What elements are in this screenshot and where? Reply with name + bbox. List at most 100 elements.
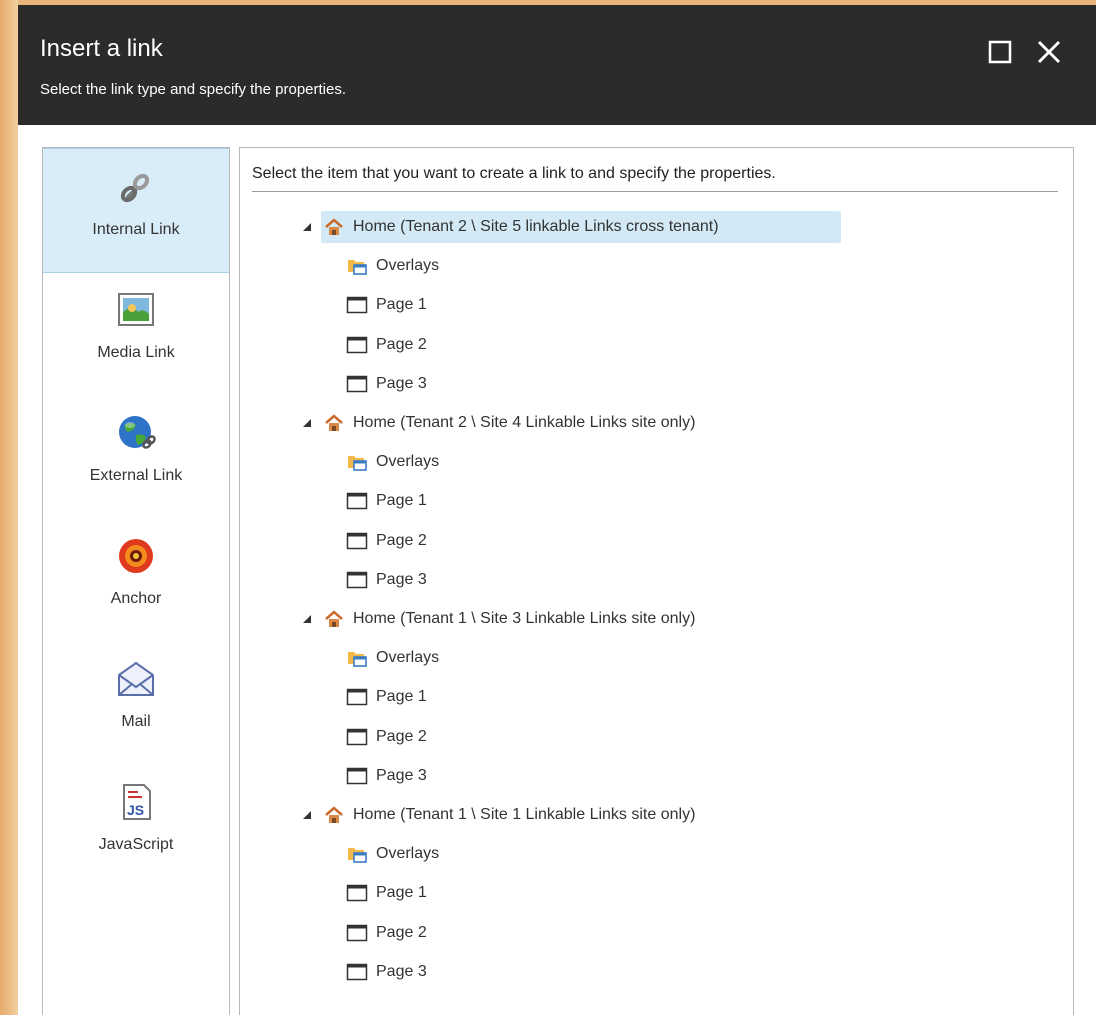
tree-node-overlays[interactable]: Overlays [346, 446, 439, 478]
tree-node-home[interactable]: Home (Tenant 2 \ Site 5 linkable Links c… [299, 211, 841, 243]
tree-node-page[interactable]: Page 3 [346, 368, 427, 400]
home-icon-wrap [323, 608, 345, 630]
tree-node-overlays[interactable]: Overlays [346, 250, 439, 282]
tree-node-overlays[interactable]: Overlays [346, 642, 439, 674]
collapse-triangle-icon[interactable] [302, 810, 312, 820]
tree-node-home[interactable]: Home (Tenant 1 \ Site 1 Linkable Links s… [299, 799, 695, 831]
node-icon-wrap [346, 255, 368, 277]
home-icon [325, 414, 343, 431]
tree-node-home[interactable]: Home (Tenant 2 \ Site 4 Linkable Links s… [299, 407, 695, 439]
tree-node-page[interactable]: Page 3 [346, 760, 427, 792]
link-type-internal-link[interactable]: Internal Link [43, 148, 229, 273]
link-type-anchor[interactable]: Anchor [43, 518, 229, 641]
link-type-media-link[interactable]: Media Link [43, 272, 229, 395]
page-icon [346, 375, 368, 393]
tree-node-page[interactable]: Page 1 [346, 681, 427, 713]
node-icon-wrap [346, 373, 368, 395]
tree-node-page[interactable]: Page 1 [346, 877, 427, 909]
link-type-external-link[interactable]: External Link [43, 395, 229, 518]
page-icon [346, 297, 368, 314]
page-icon [346, 532, 368, 549]
tree-node-label: Home (Tenant 1 \ Site 1 Linkable Links s… [353, 806, 696, 823]
tree-node-home[interactable]: Home (Tenant 1 \ Site 3 Linkable Links s… [299, 603, 695, 635]
dialog-title: Insert a link [40, 35, 163, 62]
tree-node-page[interactable]: Page 1 [346, 485, 427, 517]
collapse-triangle-icon[interactable] [302, 222, 312, 232]
link-properties-panel: Select the item that you want to create … [239, 147, 1074, 1015]
link-type-javascript[interactable]: JS JavaScript [43, 764, 229, 887]
tree-node-label: Page 2 [376, 923, 427, 941]
tree-expander[interactable] [299, 807, 315, 823]
tree-node-page[interactable]: Page 1 [346, 289, 427, 321]
insert-link-dialog: Insert a link Select the link type and s… [18, 5, 1096, 1015]
node-icon-wrap [346, 530, 368, 552]
close-icon [1038, 41, 1060, 63]
node-icon-wrap [346, 334, 368, 356]
home-icon-wrap [323, 412, 345, 434]
tree-node-label: Overlays [376, 257, 440, 275]
background [0, 0, 18, 1015]
collapse-triangle-icon[interactable] [302, 418, 312, 428]
tree-node-label: Page 3 [376, 766, 427, 784]
link-type-sidebar: Internal Link Media Link External Link A… [42, 147, 230, 1015]
link-type-label: Mail [121, 713, 151, 730]
page-icon [346, 493, 368, 510]
node-icon-wrap [346, 490, 368, 512]
tree-expander[interactable] [299, 415, 315, 431]
page-icon [346, 963, 368, 981]
page-icon [346, 571, 368, 589]
home-icon [325, 218, 343, 235]
tree-node-overlays[interactable]: Overlays [346, 838, 439, 870]
collapse-triangle-icon[interactable] [302, 614, 312, 624]
svg-text:JS: JS [127, 802, 144, 818]
page-icon [346, 728, 368, 745]
tree-node-page[interactable]: Page 2 [346, 329, 427, 361]
link-type-label: Media Link [97, 344, 175, 361]
home-icon [325, 806, 343, 823]
instructions-text: Select the item that you want to create … [252, 165, 1058, 192]
tree-node-label: Overlays [376, 453, 440, 471]
node-icon-wrap [346, 451, 368, 473]
tree-node-label: Page 3 [376, 570, 427, 588]
tree-node-label: Page 2 [376, 531, 427, 549]
page-icon [346, 885, 368, 902]
overlays-folder-icon [348, 652, 367, 667]
maximize-button[interactable] [984, 35, 1018, 69]
page-icon [346, 924, 368, 941]
dialog-header: Insert a link Select the link type and s… [18, 5, 1096, 125]
overlays-folder-icon [348, 848, 367, 863]
tree-expander[interactable] [299, 219, 315, 235]
close-button[interactable] [1032, 35, 1066, 69]
dialog-subtitle: Select the link type and specify the pro… [40, 81, 347, 98]
tree-node-page[interactable]: Page 3 [346, 956, 427, 988]
tree-node-label: Overlays [376, 845, 440, 863]
image-icon [118, 293, 154, 326]
target-icon [119, 539, 153, 573]
envelope-icon [118, 661, 154, 696]
node-icon-wrap [346, 922, 368, 944]
node-icon-wrap [346, 294, 368, 316]
overlays-folder-icon [348, 260, 367, 275]
link-type-mail[interactable]: Mail [43, 641, 229, 764]
globe-link-icon [119, 416, 156, 449]
node-icon-wrap [346, 765, 368, 787]
page-icon [346, 689, 368, 706]
node-icon-wrap [346, 647, 368, 669]
tree-node-page[interactable]: Page 2 [346, 917, 427, 949]
node-icon-wrap [346, 961, 368, 983]
tree-node-page[interactable]: Page 2 [346, 721, 427, 753]
tree-node-label: Page 1 [376, 296, 427, 314]
home-icon [325, 610, 343, 627]
link-type-label: JavaScript [98, 836, 174, 853]
chain-link-icon [120, 173, 150, 203]
javascript-file-icon: JS [123, 784, 151, 820]
tree-expander[interactable] [299, 611, 315, 627]
link-type-label: Anchor [110, 590, 162, 607]
tree-node-label: Page 2 [376, 335, 427, 353]
tree-node-label: Page 1 [376, 492, 427, 510]
home-icon-wrap [323, 804, 345, 826]
tree-node-page[interactable]: Page 2 [346, 525, 427, 557]
node-icon-wrap [346, 882, 368, 904]
tree-node-label: Page 2 [376, 727, 427, 745]
tree-node-page[interactable]: Page 3 [346, 564, 427, 596]
